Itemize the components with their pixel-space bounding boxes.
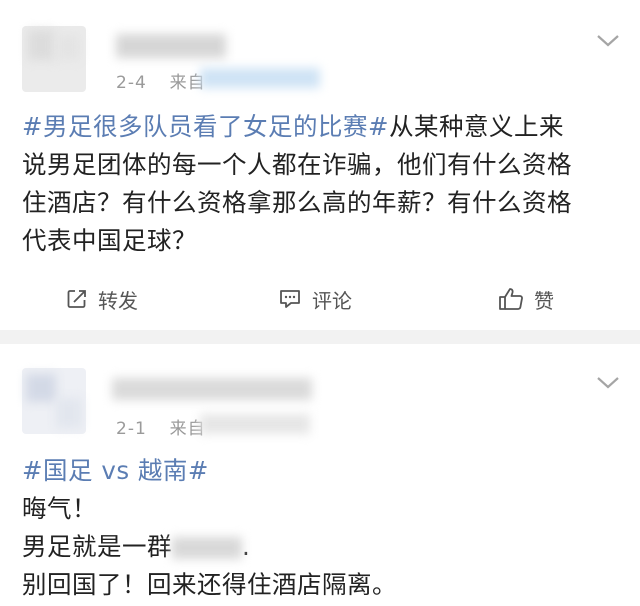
- comment-icon: [280, 290, 300, 308]
- like-label: 赞: [534, 288, 554, 313]
- repost-label: 转发: [98, 288, 138, 313]
- like-icon: [499, 288, 523, 310]
- post-date: 2-4: [116, 73, 147, 93]
- content-line: 晦气！: [22, 494, 97, 523]
- weibo-post-2: 2-1 来自 #国足 vs 越南# 晦气！ 男足就是一群 . 别回国了！回来还得…: [0, 344, 640, 606]
- hashtag-part: 越南#: [137, 456, 209, 485]
- content-line: 男足就是一群: [22, 532, 172, 561]
- hashtag-part: vs: [93, 456, 138, 485]
- content-line-end: .: [242, 532, 251, 561]
- hashtag-link[interactable]: #国足 vs 越南#: [22, 452, 622, 490]
- post-content: #国足 vs 越南# 晦气！ 男足就是一群 . 别回国了！回来还得住酒店隔离。: [22, 452, 622, 604]
- username-redacted[interactable]: [116, 34, 226, 58]
- hashtag-link[interactable]: #男足很多队员看了女足的比赛#: [22, 112, 389, 141]
- like-button[interactable]: 赞: [498, 284, 554, 314]
- hashtag-part: #国足: [22, 456, 94, 485]
- repost-button[interactable]: 转发: [66, 284, 138, 314]
- post-date: 2-1: [116, 419, 147, 439]
- post-actions: 转发 评论 赞: [0, 276, 640, 322]
- content-line: 从某种意义上来: [389, 112, 565, 141]
- comment-label: 评论: [312, 288, 352, 313]
- content-line: 别回国了！回来还得住酒店隔离。: [22, 570, 397, 599]
- content-line: 住酒店？有什么资格拿那么高的年薪？有什么资格: [22, 188, 572, 217]
- text-redacted: [172, 537, 242, 559]
- chevron-down-icon[interactable]: [594, 32, 622, 50]
- comment-button[interactable]: 评论: [278, 284, 352, 314]
- weibo-post-1: 2-4 来自 #男足很多队员看了女足的比赛#从某种意义上来 说男足团体的每一个人…: [0, 0, 640, 330]
- post-separator: [0, 330, 640, 344]
- source-redacted: [200, 68, 320, 88]
- post-meta: 2-1 来自: [116, 414, 206, 439]
- chevron-down-icon[interactable]: [594, 374, 622, 392]
- avatar[interactable]: [22, 26, 86, 92]
- repost-icon: [67, 290, 86, 308]
- post-meta: 2-4 来自: [116, 68, 206, 93]
- content-line: 说男足团体的每一个人都在诈骗，他们有什么资格: [22, 150, 572, 179]
- avatar[interactable]: [22, 368, 86, 434]
- post-content: #男足很多队员看了女足的比赛#从某种意义上来 说男足团体的每一个人都在诈骗，他们…: [22, 108, 622, 260]
- content-line: 代表中国足球？: [22, 226, 197, 255]
- username-redacted[interactable]: [112, 378, 312, 400]
- source-redacted: [200, 414, 310, 434]
